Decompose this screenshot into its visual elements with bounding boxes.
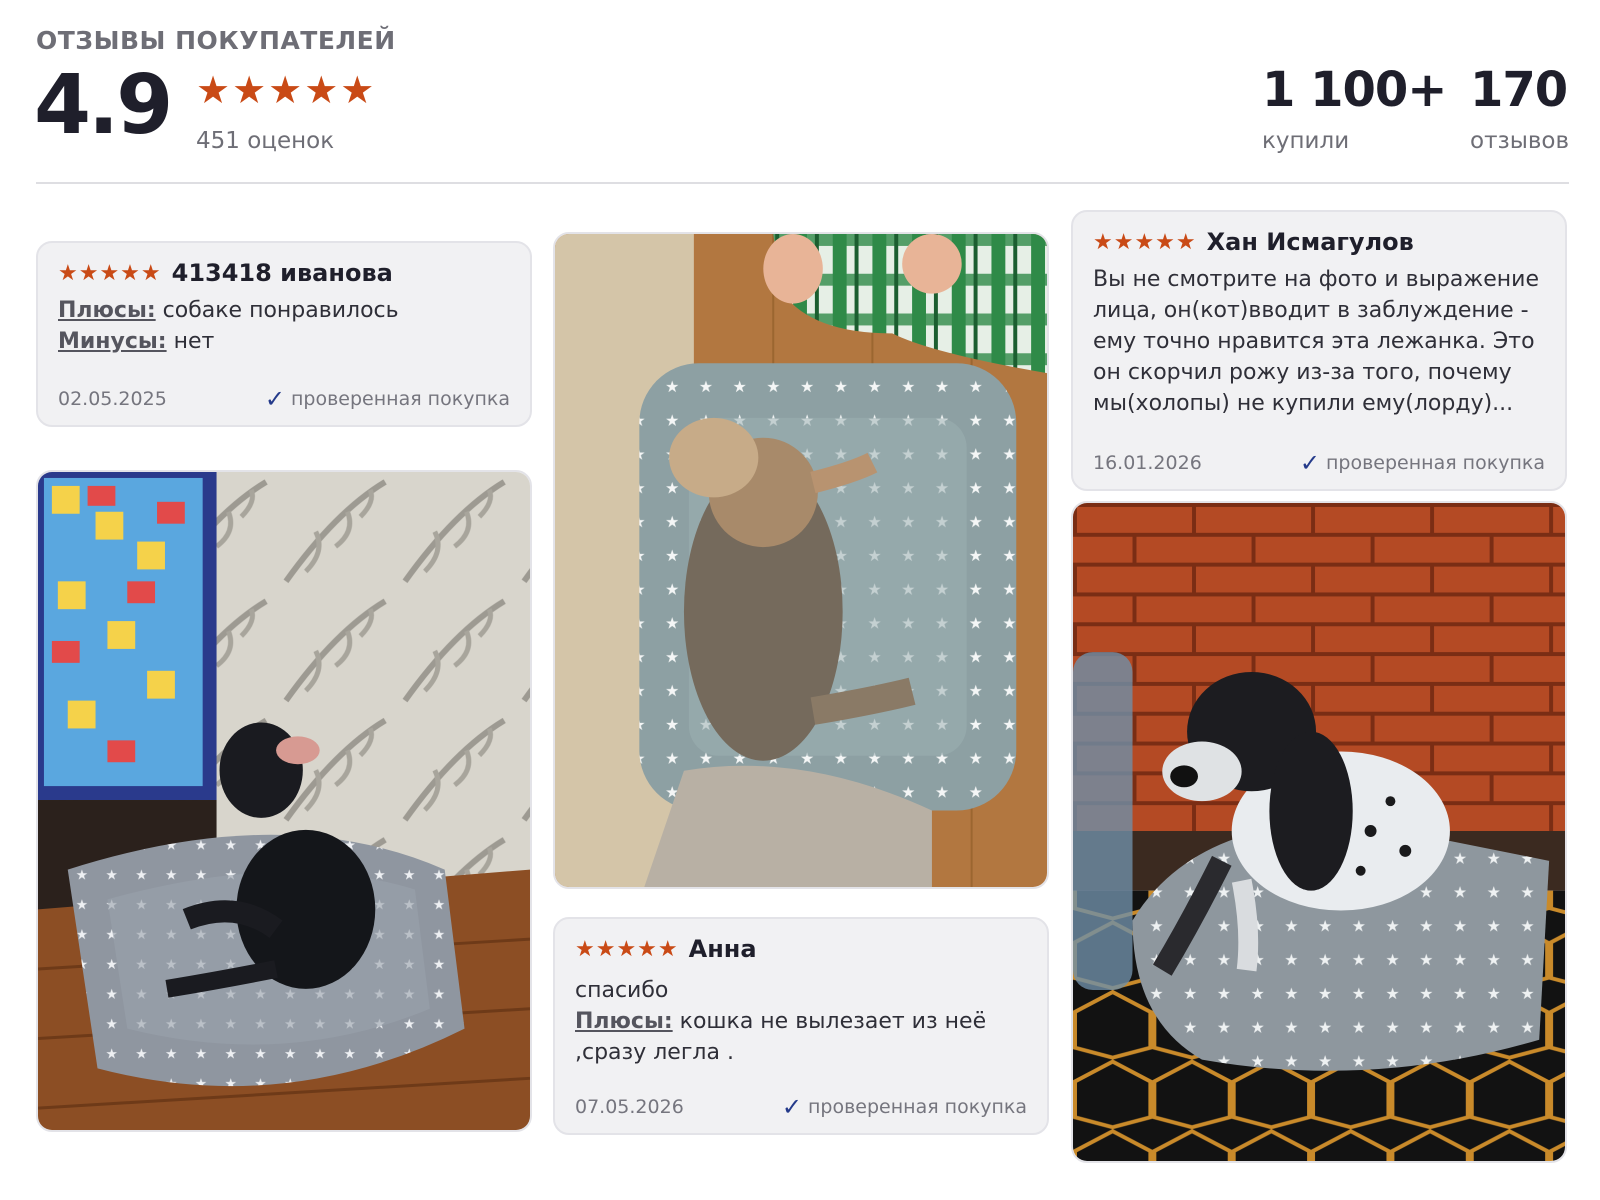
review-card[interactable]: ★★★★★ 413418 иванова Плюсы: собаке понра… — [36, 241, 532, 427]
star-icon: ★★★★★ — [575, 936, 679, 962]
review-author: 413418 иванова — [171, 259, 393, 287]
review-text: Вы не смотрите на фото и выражение лица,… — [1093, 267, 1539, 416]
review-date: 07.05.2026 — [575, 1096, 684, 1118]
verified-badge: ✓ проверенная покупка — [781, 1093, 1027, 1121]
pros-label: Плюсы: — [58, 298, 156, 323]
cons-label: Минусы: — [58, 329, 167, 354]
review-card[interactable]: ★★★★★ Анна спасибо Плюсы: кошка не вылез… — [553, 917, 1049, 1135]
section-title: ОТЗЫВЫ ПОКУПАТЕЛЕЙ — [36, 26, 396, 55]
check-icon: ✓ — [264, 385, 285, 413]
pros-text: собаке понравилось — [162, 298, 399, 323]
review-date: 02.05.2025 — [58, 388, 167, 410]
review-card[interactable]: ★★★★★ Хан Исмагулов Вы не смотрите на фо… — [1071, 210, 1567, 491]
review-date: 16.01.2026 — [1093, 452, 1202, 474]
verified-badge: ✓ проверенная покупка — [1299, 449, 1545, 477]
review-author: Анна — [688, 935, 757, 963]
rating-stars: ★★★★★ — [196, 68, 377, 112]
cons-text: нет — [173, 329, 215, 354]
review-body: спасибо Плюсы: кошка не вылезает из неё … — [575, 975, 1027, 1068]
star-icon: ★★★★★ — [58, 260, 162, 286]
bought-stat: 1 100+ купили — [1262, 62, 1448, 154]
check-icon: ✓ — [781, 1093, 802, 1121]
divider — [36, 182, 1569, 184]
review-text: спасибо — [575, 978, 669, 1003]
reviews-value: 170 — [1470, 62, 1568, 118]
review-photo[interactable]: ★ — [553, 232, 1049, 889]
reviews-label: отзывов — [1470, 128, 1570, 154]
pros-label: Плюсы: — [575, 1009, 673, 1034]
verified-badge: ✓ проверенная покупка — [264, 385, 510, 413]
bought-label: купили — [1262, 128, 1350, 154]
check-icon: ✓ — [1299, 449, 1320, 477]
review-photo[interactable]: ★ — [1071, 501, 1567, 1163]
review-body: Плюсы: собаке понравилось Минусы: нет — [58, 295, 510, 357]
average-rating: 4.9 — [34, 58, 173, 153]
bought-value: 1 100+ — [1262, 62, 1448, 118]
reviews-stat[interactable]: 170 отзывов — [1470, 62, 1569, 154]
review-author: Хан Исмагулов — [1206, 228, 1414, 256]
ratings-count: 451 оценок — [196, 128, 335, 154]
star-icon: ★★★★★ — [1093, 229, 1197, 255]
review-photo[interactable]: ★ — [36, 470, 532, 1132]
